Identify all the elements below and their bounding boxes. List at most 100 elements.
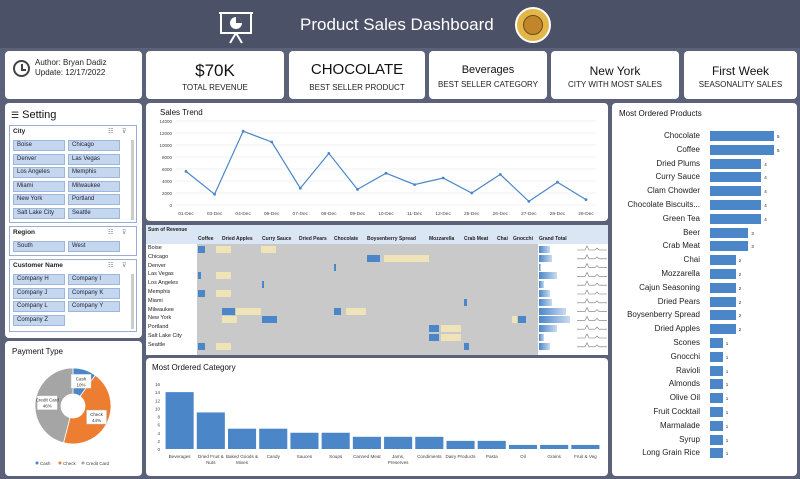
clear-filter-icon[interactable]: ⊽ (122, 229, 126, 236)
sales-trend-point (556, 180, 559, 184)
sales-trend-line (185, 130, 587, 203)
payment-type-title: Payment Type (12, 347, 63, 356)
city-chip[interactable]: Denver (13, 153, 65, 165)
most-ordered-products-title: Most Ordered Products (619, 109, 702, 118)
setting-header: ☰ Setting (11, 109, 56, 121)
customer-chip[interactable]: Company I (68, 274, 120, 285)
kpi-label: BEST SELLER PRODUCT (309, 83, 405, 92)
city-slicer: City ☷ ⊽ Boise Chicago Denver Las Vegas Los … (9, 125, 137, 223)
product-label: Curry Sauce (655, 172, 700, 182)
product-bar (710, 407, 723, 417)
customer-chip[interactable]: Company H (13, 274, 65, 285)
x-tick-label: Sauces (297, 454, 313, 459)
customer-chip[interactable]: Company Z (13, 314, 65, 326)
city-chip[interactable]: Boise (13, 140, 65, 151)
pivot-row-label: Boise (148, 245, 162, 251)
sparkline (577, 254, 607, 260)
product-bar (710, 269, 736, 279)
pivot-cell (512, 316, 517, 324)
kpi-value: First Week (711, 64, 770, 78)
region-chip[interactable]: West (68, 241, 120, 252)
x-tick-label: Baked Goods & Mixes (226, 454, 258, 465)
city-chip[interactable]: Las Vegas (68, 153, 120, 165)
customer-slicer-header: Customer Name (13, 262, 63, 269)
y-tick-label: 10 (155, 406, 161, 411)
city-chip[interactable]: Seattle (68, 208, 120, 219)
grand-total-bar (539, 246, 550, 253)
product-value-label: 4 (764, 203, 767, 208)
sparkline (577, 245, 607, 251)
category-bar (352, 436, 381, 449)
product-value-label: 5 (777, 147, 780, 153)
product-bar (710, 434, 723, 445)
product-bar (710, 200, 762, 210)
sales-trend-point (298, 186, 302, 190)
product-value-label: 4 (764, 175, 767, 181)
city-chip[interactable]: Memphis (68, 167, 120, 179)
customer-chip[interactable]: Company Y (68, 301, 120, 313)
city-chip[interactable]: Los Angeles (13, 167, 65, 179)
x-tick-label: 12-Dec (435, 211, 451, 217)
product-label: Coffee (676, 144, 700, 154)
x-tick-label: Pasta (486, 454, 498, 459)
product-bar (710, 324, 736, 335)
customer-scrollbar[interactable] (131, 274, 134, 329)
product-value-label: 1 (725, 396, 729, 402)
grand-total-bar (539, 290, 550, 297)
city-chip[interactable]: Chicago (68, 140, 120, 151)
category-bar (384, 436, 413, 449)
pivot-column-header: Gnocchi (513, 236, 534, 242)
multi-select-icon[interactable]: ☷ (108, 128, 113, 135)
sales-trend-point (356, 188, 359, 191)
grand-total-bar (539, 316, 570, 324)
kpi-city-most-sales: New York CITY WITH MOST SALES (551, 51, 679, 99)
x-tick-label: 03-Dec (207, 211, 223, 217)
pivot-cell (222, 316, 237, 324)
product-label: Chocolate (663, 131, 700, 140)
kpi-label: TOTAL REVENUE (182, 83, 248, 92)
customer-slicer: Customer Name ☷ ⊽ Company H Company I Comp… (9, 259, 137, 332)
city-slicer-header: City (13, 128, 26, 135)
x-tick-label: 01-Dec (178, 211, 194, 217)
pivot-cell (198, 342, 205, 350)
city-chip[interactable]: New York (13, 194, 65, 206)
region-slicer-header: Region (13, 229, 36, 236)
donut-label-pct: 46% (43, 404, 52, 409)
legend-label: Check (63, 461, 77, 466)
grand-total-bar (539, 272, 557, 280)
pivot-cell (262, 281, 264, 289)
legend-marker (35, 461, 39, 465)
customer-chip[interactable]: Company J (13, 287, 65, 299)
grand-total-bar (539, 298, 552, 306)
city-chip[interactable]: Salt Lake City (13, 208, 65, 219)
x-tick-label: 28-Dec (550, 211, 566, 217)
clear-filter-icon[interactable]: ⊽ (122, 262, 126, 269)
clear-filter-icon[interactable]: ⊽ (122, 128, 126, 135)
sparkline (577, 324, 607, 330)
sparkline (577, 333, 607, 339)
multi-select-icon[interactable]: ☷ (108, 229, 113, 236)
city-chip[interactable]: Portland (68, 194, 120, 206)
product-label: Boysenberry Spread (627, 310, 700, 320)
product-bar (710, 144, 774, 155)
customer-chip[interactable]: Company K (68, 287, 120, 299)
y-tick-label: 4000 (162, 179, 173, 184)
pivot-cell (222, 307, 235, 315)
pivot-cell (429, 334, 439, 341)
pivot-cell (464, 298, 467, 306)
sales-trend-point (384, 171, 388, 175)
multi-select-icon[interactable]: ☷ (108, 262, 113, 269)
category-bar-chart: Most Ordered Category 0 2 4 6 8 10 12 14 16 Bevera… (152, 363, 600, 465)
category-bar (321, 432, 350, 449)
product-label: Dried Apples (654, 324, 700, 334)
product-label: Gnocchi (670, 351, 700, 361)
city-chip[interactable]: Miami (13, 180, 65, 192)
pivot-cell (346, 307, 366, 315)
customer-chip[interactable]: Company L (13, 301, 65, 313)
region-chip[interactable]: South (13, 241, 65, 252)
kpi-label: BEST SELLER CATEGORY (437, 80, 539, 89)
city-scrollbar[interactable] (131, 140, 134, 220)
product-bar (710, 172, 762, 183)
city-chip[interactable]: Milwaukee (68, 180, 120, 192)
x-tick-label: Oil (520, 454, 526, 459)
